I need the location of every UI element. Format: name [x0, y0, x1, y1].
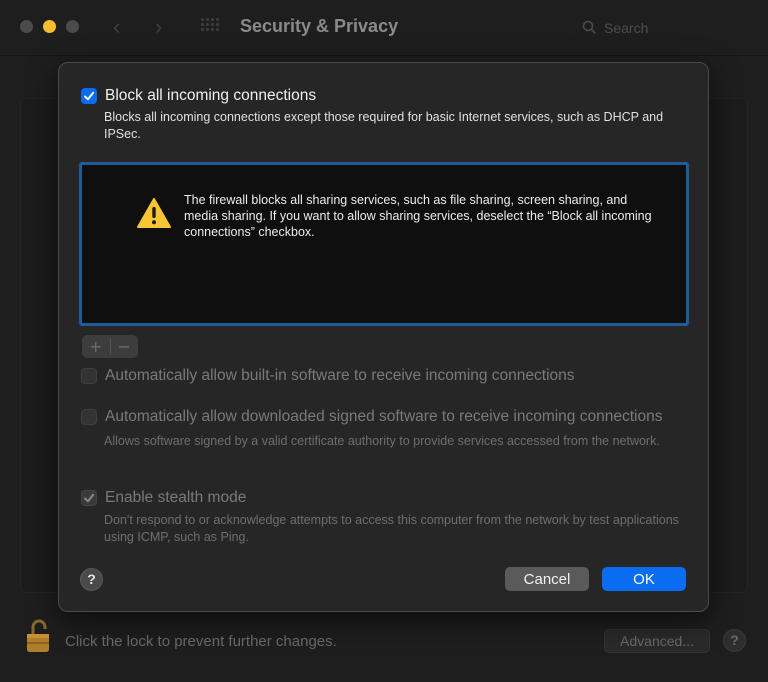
checkmark-icon: [84, 493, 95, 503]
window-title: Security & Privacy: [240, 16, 399, 36]
firewall-options-sheet: Block all incoming connections Blocks al…: [58, 62, 709, 612]
zoom-window-button[interactable]: [66, 20, 79, 33]
forward-arrow-icon[interactable]: ›: [155, 14, 162, 40]
lock-icon[interactable]: [24, 618, 52, 654]
advanced-button[interactable]: Advanced...: [604, 629, 710, 653]
stealth-mode-label[interactable]: Enable stealth mode: [105, 489, 246, 507]
title-bar: ‹ › Security & Privacy: [0, 0, 768, 56]
allow-signed-description: Allows software signed by a valid certif…: [104, 434, 660, 448]
lock-message: Click the lock to prevent further change…: [65, 633, 337, 650]
block-all-label[interactable]: Block all incoming connections: [105, 87, 316, 105]
sheet-help-button[interactable]: ?: [80, 568, 103, 591]
back-arrow-icon[interactable]: ‹: [113, 14, 120, 40]
allow-builtin-label[interactable]: Automatically allow built-in software to…: [105, 367, 575, 385]
search-icon: [582, 20, 596, 34]
search-field[interactable]: [570, 14, 750, 42]
ok-button[interactable]: OK: [602, 567, 686, 591]
block-all-description: Blocks all incoming connections except t…: [104, 110, 664, 141]
stealth-mode-checkbox[interactable]: [81, 490, 97, 506]
add-remove-control: + −: [82, 335, 138, 358]
warning-icon: [137, 198, 171, 228]
show-all-grid-icon[interactable]: [201, 18, 221, 34]
allow-signed-label[interactable]: Automatically allow downloaded signed so…: [105, 408, 662, 426]
close-window-button[interactable]: [20, 20, 33, 33]
minimize-window-button[interactable]: [43, 20, 56, 33]
warning-message: The firewall blocks all sharing services…: [184, 193, 652, 239]
checkmark-icon: [84, 91, 95, 101]
application-list[interactable]: The firewall blocks all sharing services…: [79, 162, 689, 326]
cancel-button[interactable]: Cancel: [505, 567, 589, 591]
block-all-checkbox[interactable]: [81, 88, 97, 104]
add-app-button[interactable]: +: [82, 335, 110, 358]
remove-app-button[interactable]: −: [111, 335, 139, 358]
search-input[interactable]: [604, 19, 744, 37]
allow-signed-checkbox[interactable]: [81, 409, 97, 425]
stealth-mode-description: Don't respond to or acknowledge attempts…: [104, 513, 679, 544]
help-button[interactable]: ?: [723, 629, 746, 652]
allow-builtin-checkbox[interactable]: [81, 368, 97, 384]
